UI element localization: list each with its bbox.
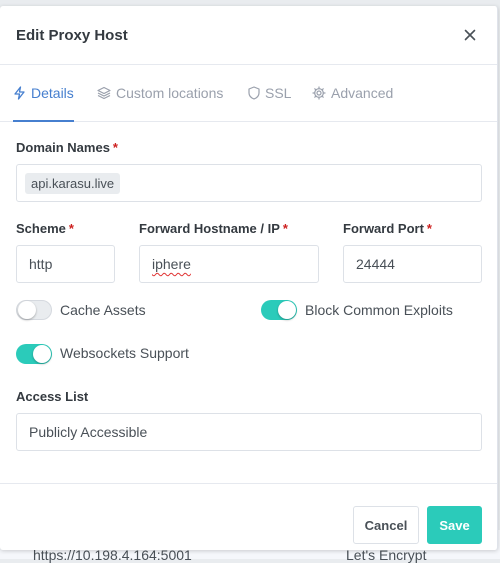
tab-custom-locations[interactable]: Custom locations (97, 65, 223, 121)
tab-ssl[interactable]: SSL (248, 65, 291, 121)
bolt-icon (14, 86, 25, 100)
forward-hostname-input[interactable]: iphere (139, 245, 319, 283)
domain-chip[interactable]: api.karasu.live (25, 172, 121, 194)
tab-ssl-label: SSL (265, 85, 292, 101)
tab-custom-locations-label: Custom locations (116, 85, 224, 101)
access-list-value: Publicly Accessible (29, 424, 148, 440)
cancel-button[interactable]: Cancel (353, 506, 419, 544)
scheme-input[interactable]: http (16, 245, 115, 283)
forward-hostname-value: iphere (152, 256, 191, 272)
domain-names-input[interactable]: api.karasu.live (16, 164, 482, 202)
tab-bar: Details Custom locations SSL Advanced (0, 65, 497, 122)
gear-icon (312, 86, 326, 100)
access-list-select[interactable]: Publicly Accessible (16, 413, 482, 451)
save-button[interactable]: Save (427, 506, 482, 544)
scheme-value: http (29, 256, 53, 272)
websockets-support-toggle[interactable] (16, 344, 52, 364)
close-icon (464, 29, 476, 41)
toggle-knob (18, 301, 36, 319)
forward-port-input[interactable]: 24444 (343, 245, 482, 283)
required-mark: * (282, 221, 288, 236)
toggle-knob (278, 301, 296, 319)
shield-icon (248, 86, 260, 100)
toggle-knob (33, 345, 51, 363)
required-mark: * (112, 140, 118, 155)
tab-details[interactable]: Details (13, 65, 74, 122)
domain-names-label: Domain Names * (16, 140, 118, 155)
tab-details-label: Details (31, 85, 74, 101)
modal-title: Edit Proxy Host (16, 27, 128, 44)
close-button[interactable] (461, 26, 479, 44)
forward-port-label: Forward Port * (343, 221, 432, 236)
block-common-exploits-toggle[interactable] (261, 300, 297, 320)
modal-header: Edit Proxy Host (0, 6, 497, 65)
required-mark: * (426, 221, 432, 236)
edit-proxy-host-modal: Edit Proxy Host Details Custom locations… (0, 6, 498, 550)
forward-hostname-label: Forward Hostname / IP * (139, 221, 288, 236)
forward-port-value: 24444 (356, 256, 395, 272)
block-common-exploits-label: Block Common Exploits (305, 302, 453, 318)
modal-footer: Cancel Save (0, 483, 497, 551)
tab-advanced[interactable]: Advanced (312, 65, 393, 121)
required-mark: * (68, 221, 74, 236)
access-list-label: Access List (16, 389, 89, 404)
tab-advanced-label: Advanced (331, 85, 394, 101)
scheme-label: Scheme * (16, 221, 74, 236)
layers-icon (97, 86, 111, 100)
cache-assets-label: Cache Assets (60, 302, 146, 318)
websockets-support-label: Websockets Support (60, 345, 189, 361)
cache-assets-toggle[interactable] (16, 300, 52, 320)
